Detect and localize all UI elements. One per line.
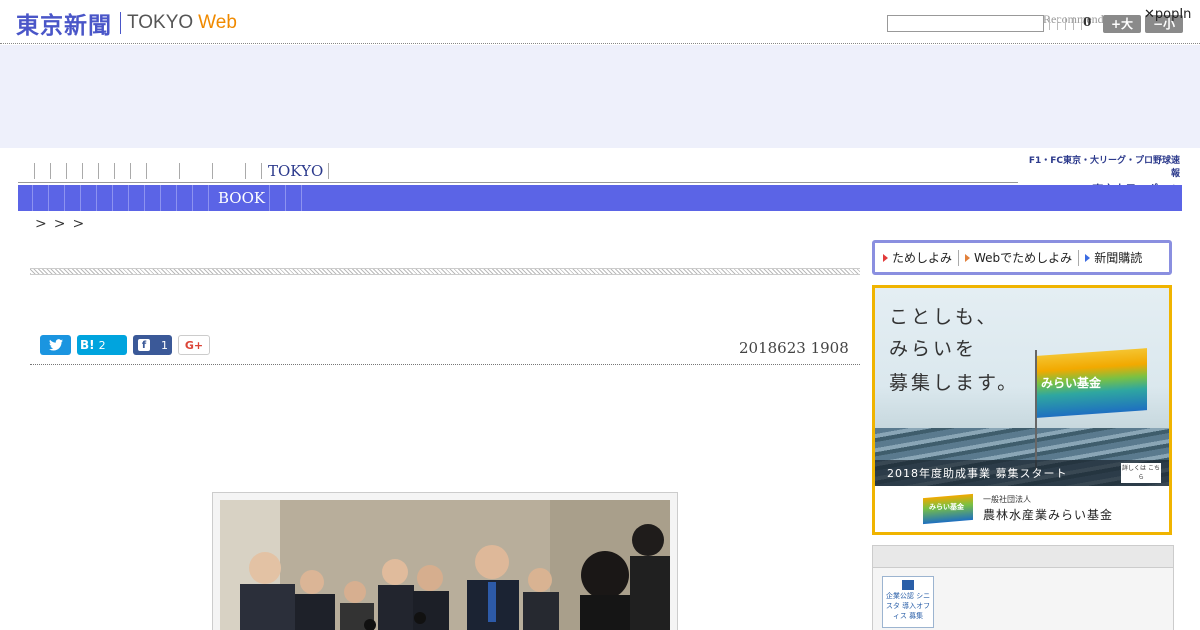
- cta-subscribe[interactable]: 新聞購読: [1085, 249, 1148, 266]
- dateline-rule: [30, 364, 860, 365]
- nav-item[interactable]: [98, 163, 99, 179]
- arrow-orange-icon: [965, 253, 971, 262]
- article-title-rule: [30, 268, 860, 275]
- hatena-count: 2: [98, 338, 106, 352]
- logo-tokyo-text: TOKYO: [127, 12, 194, 33]
- sidebar-widget-header: [873, 546, 1173, 568]
- banner-headline-1: ことしも、: [889, 306, 999, 328]
- google-plus-button[interactable]: G+: [178, 335, 210, 355]
- category-item[interactable]: [96, 185, 97, 211]
- nav-item[interactable]: [179, 163, 180, 179]
- banner-headline-3: 募集します。: [889, 372, 1020, 394]
- category-item[interactable]: [301, 185, 302, 211]
- category-item[interactable]: [144, 185, 145, 211]
- nav-item[interactable]: [245, 163, 246, 179]
- nav-item[interactable]: [50, 163, 51, 179]
- category-item[interactable]: [269, 185, 270, 211]
- cta-divider: [958, 249, 960, 266]
- article-photo-frame: [212, 492, 678, 630]
- banner-headline-2: みらいを: [889, 338, 978, 360]
- org-type: 一般社団法人: [983, 495, 1031, 504]
- banner-footer: みらい基金 一般社団法人 農林水産業みらい基金: [875, 486, 1169, 532]
- banner-details-button[interactable]: 詳しくは こちら: [1121, 463, 1161, 483]
- mirai-fund-banner[interactable]: ことしも、 みらいを 募集します。 みらい基金 2018年度助成事業 募集スター…: [872, 285, 1172, 535]
- office-recruit-badge[interactable]: 企業公認 シニスタ 導入オフィス 募集: [882, 576, 934, 628]
- cta-label: Webでためしよみ: [974, 251, 1073, 265]
- category-item[interactable]: [64, 185, 65, 211]
- site-logo[interactable]: 東京新聞 TOKYO Web: [16, 8, 237, 39]
- category-item[interactable]: [80, 185, 81, 211]
- cta-divider: [1078, 249, 1080, 266]
- cta-web-trial-read[interactable]: Webでためしよみ: [965, 249, 1078, 266]
- mirai-logo-label: みらい基金: [929, 503, 964, 511]
- font-size-larger-button[interactable]: +大: [1103, 15, 1141, 33]
- site-header: 東京新聞 TOKYO Web Recommend 0 +大 −小 ✕popIn: [0, 0, 1200, 44]
- cta-trial-read[interactable]: ためしよみ: [883, 249, 958, 266]
- sidebar-widget: 企業公認 シニスタ 導入オフィス 募集: [872, 545, 1174, 630]
- top-ad-area: [0, 45, 1200, 148]
- badge-text: 企業公認 シニスタ 導入オフィス 募集: [885, 592, 931, 620]
- org-name: 農林水産業みらい基金: [983, 508, 1114, 522]
- press-crowd-image: [220, 500, 670, 630]
- twitter-share-button[interactable]: [40, 335, 71, 355]
- nav-item[interactable]: [114, 163, 115, 179]
- section-nav: TOKYO: [18, 155, 1018, 183]
- nav-item[interactable]: [34, 163, 35, 179]
- breadcrumb[interactable]: >>>: [35, 216, 91, 232]
- nav-item[interactable]: [82, 163, 83, 179]
- logo-tokyo-shimbun: 東京新聞: [16, 13, 112, 39]
- logo-divider: [120, 12, 121, 34]
- flag-label: みらい基金: [1041, 376, 1102, 390]
- category-item[interactable]: [192, 185, 193, 211]
- twitter-icon: [48, 339, 63, 351]
- category-item[interactable]: [128, 185, 129, 211]
- popin-close-button[interactable]: ✕popIn: [1144, 7, 1191, 22]
- category-item[interactable]: [48, 185, 49, 211]
- category-nav-bar: BOOK: [18, 185, 1182, 211]
- recommend-count: 0: [1083, 15, 1092, 29]
- nav-item[interactable]: [212, 163, 213, 179]
- category-item[interactable]: [160, 185, 161, 211]
- nav-item: [328, 163, 330, 179]
- category-item[interactable]: [32, 185, 33, 211]
- facebook-share-button[interactable]: f 1: [133, 335, 172, 355]
- share-buttons: B! 2 f 1 G+: [40, 335, 210, 355]
- nav-item[interactable]: [261, 163, 262, 179]
- facebook-icon: f: [138, 339, 150, 351]
- search-input[interactable]: [887, 15, 1044, 32]
- category-item[interactable]: [285, 185, 286, 211]
- facebook-count: 1: [161, 338, 168, 352]
- header-separators: [1049, 17, 1082, 30]
- article-dateline: 2018623 1908: [739, 339, 849, 357]
- nav-item[interactable]: [66, 163, 67, 179]
- cta-label: 新聞購読: [1094, 251, 1143, 265]
- category-item[interactable]: [112, 185, 113, 211]
- arrow-blue-icon: [1085, 253, 1091, 262]
- cta-label: ためしよみ: [892, 251, 953, 265]
- article-photo[interactable]: [220, 500, 670, 630]
- hatena-bookmark-button[interactable]: B! 2: [77, 335, 127, 355]
- arrow-red-icon: [883, 253, 888, 262]
- category-item[interactable]: [176, 185, 177, 211]
- badge-icon: [902, 580, 914, 590]
- subscription-links: ためしよみ Webでためしよみ 新聞購読: [872, 240, 1172, 275]
- banner-strip-text: 2018年度助成事業 募集スタート: [887, 467, 1068, 480]
- nav-item[interactable]: [146, 163, 147, 179]
- category-item-book[interactable]: BOOK: [218, 189, 265, 207]
- nav-item[interactable]: [130, 163, 131, 179]
- category-item[interactable]: [208, 185, 209, 211]
- nav-item-tokyo[interactable]: TOKYO: [268, 162, 323, 180]
- chunichi-tagline: F1・FC東京・大リーグ・プロ野球速報: [1028, 156, 1180, 179]
- hatena-icon: B!: [80, 338, 95, 352]
- logo-web-text: Web: [198, 12, 237, 33]
